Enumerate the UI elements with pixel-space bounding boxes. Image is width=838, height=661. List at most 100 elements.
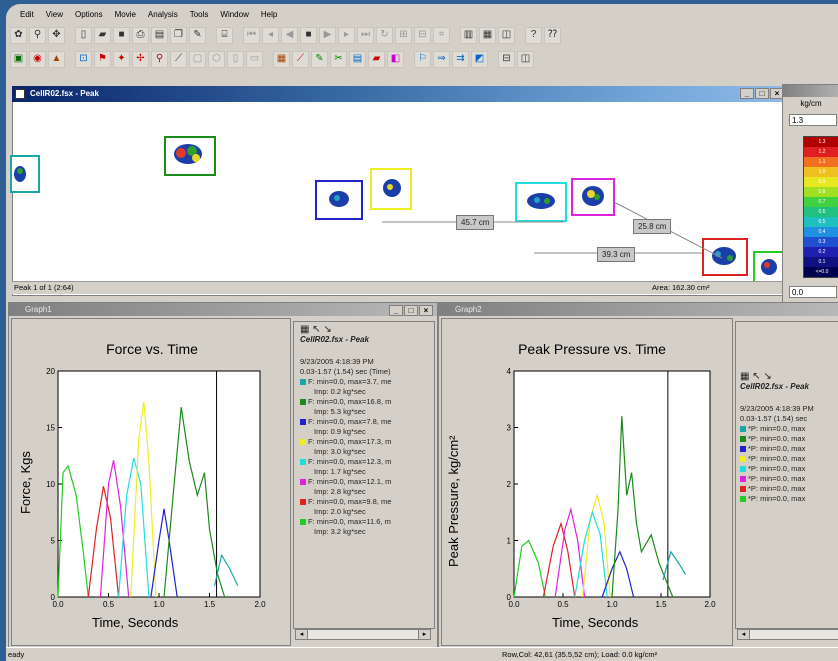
- select-icon[interactable]: ▯: [227, 50, 244, 68]
- save-icon[interactable]: ■: [113, 26, 130, 44]
- step-icon[interactable]: ⇒: [433, 50, 450, 68]
- scale-window-titlebar[interactable]: [783, 85, 838, 97]
- graph1-titlebar[interactable]: Graph1: [9, 303, 437, 316]
- trajectory-icon[interactable]: ✦: [113, 50, 130, 68]
- bars-icon[interactable]: ▥: [460, 26, 477, 44]
- close-button[interactable]: ×: [419, 305, 433, 316]
- menu-options[interactable]: Options: [69, 8, 109, 22]
- menu-view[interactable]: View: [40, 8, 69, 22]
- scale-band: 0.6: [804, 207, 838, 217]
- menu-movie[interactable]: Movie: [109, 8, 142, 22]
- menu-tools[interactable]: Tools: [184, 8, 215, 22]
- print-preview-icon[interactable]: ▤: [151, 26, 168, 44]
- toolbar-main: ✿ ⚲ ✥ ▯ ▰ ■ ⎙ ▤ ❐ ✎ ⌸ ⏮ ◂ ◀ ■ ▶ ▸ ⏭ ↻ ⊞ …: [10, 24, 832, 46]
- 3d-view-icon[interactable]: ▲: [48, 50, 65, 68]
- line-icon[interactable]: ⟋: [170, 50, 187, 68]
- center-force-icon[interactable]: ⚲: [151, 50, 168, 68]
- pointer-alt-icon[interactable]: ↘: [763, 371, 771, 382]
- step-back-icon[interactable]: ◂: [262, 26, 279, 44]
- scroll-left-icon[interactable]: ◂: [296, 630, 308, 639]
- new-file-icon[interactable]: ▯: [75, 26, 92, 44]
- play-icon[interactable]: ▶: [319, 26, 336, 44]
- help-icon[interactable]: ?: [525, 26, 542, 44]
- x-tick-label: 0.0: [52, 600, 64, 609]
- line-graph-icon[interactable]: ⟋: [292, 50, 309, 68]
- pointer-icon[interactable]: ↖: [312, 324, 320, 335]
- edit-icon[interactable]: ✎: [189, 26, 206, 44]
- fast-forward-icon[interactable]: ▸: [338, 26, 355, 44]
- tile-vertical-icon[interactable]: ◫: [517, 50, 534, 68]
- force-chart[interactable]: 051015200.0 0.5 1.0 1.5 2.0: [12, 319, 290, 619]
- scroll-right-icon[interactable]: ▸: [418, 630, 430, 639]
- minimize-button[interactable]: _: [389, 305, 403, 316]
- last-frame-icon[interactable]: ⏭: [357, 26, 374, 44]
- context-help-icon[interactable]: ⁇: [544, 26, 561, 44]
- loop-icon[interactable]: ↻: [376, 26, 393, 44]
- legend-item: *P: min=0.0, max: [740, 434, 838, 444]
- first-frame-icon[interactable]: ⏮: [243, 26, 260, 44]
- filter-icon[interactable]: ⌗: [433, 26, 450, 44]
- legend-icon[interactable]: ◧: [387, 50, 404, 68]
- y-tick-label: 2: [507, 480, 512, 489]
- scale-max-field[interactable]: 1.3: [789, 114, 837, 126]
- frame-icon[interactable]: ⊞: [395, 26, 412, 44]
- graph2-titlebar[interactable]: Graph2: [439, 303, 838, 316]
- pressure-chart[interactable]: 012340.0 0.5 1.0 1.5 2.0: [442, 319, 732, 619]
- x-tick-label: 0.5: [557, 600, 569, 609]
- scale-band: 1.2: [804, 147, 838, 157]
- calculator-icon[interactable]: ▦: [300, 324, 309, 335]
- legend-toolbar: ▦ ↖ ↘: [300, 325, 428, 335]
- series-swatch: [740, 486, 746, 493]
- graph1-title: Graph1: [25, 305, 52, 314]
- menu-window[interactable]: Window: [214, 8, 254, 22]
- series-swatch: [740, 426, 746, 433]
- menu-help[interactable]: Help: [255, 8, 283, 22]
- sensor-icon[interactable]: ✿: [10, 26, 27, 44]
- legend-item: F: min=0.0, max=11.6, m: [300, 517, 428, 527]
- graph1-legend-scrollbar[interactable]: ◂ ▸: [295, 629, 431, 640]
- record-icon[interactable]: ⌸: [216, 26, 233, 44]
- table-icon[interactable]: ▤: [349, 50, 366, 68]
- pencil-icon[interactable]: ✎: [311, 50, 328, 68]
- pin-icon[interactable]: ⚑: [94, 50, 111, 68]
- menu-edit[interactable]: Edit: [6, 8, 40, 22]
- scroll-left-icon[interactable]: ◂: [738, 630, 750, 639]
- movie-icon[interactable]: ⊟: [414, 26, 431, 44]
- legend-impulse: Imp: 3.0 kg*sec: [314, 447, 366, 456]
- measurement-label[interactable]: 45.7 cm: [456, 215, 495, 230]
- measurement-label[interactable]: 39.3 cm: [597, 247, 636, 262]
- report-icon[interactable]: ◩: [471, 50, 488, 68]
- graph2-legend-scrollbar[interactable]: ◂: [737, 629, 838, 640]
- scale-min-field[interactable]: 0.0: [789, 286, 837, 298]
- layout-icon[interactable]: ◫: [498, 26, 515, 44]
- force-icon[interactable]: ✢: [132, 50, 149, 68]
- maximize-button[interactable]: □: [404, 305, 418, 316]
- print-icon[interactable]: ⎙: [132, 26, 149, 44]
- graph-icon[interactable]: ▦: [273, 50, 290, 68]
- 2d-view-icon[interactable]: ▣: [10, 50, 27, 68]
- columns-icon[interactable]: ▦: [479, 26, 496, 44]
- grid-icon[interactable]: ⊡: [75, 50, 92, 68]
- legend-date: 9/23/2005 4:18:39 PM: [740, 404, 814, 413]
- pointer-icon[interactable]: ↖: [752, 371, 760, 382]
- stop-icon[interactable]: ■: [300, 26, 317, 44]
- menu-analysis[interactable]: Analysis: [142, 8, 184, 22]
- box-icon[interactable]: ▢: [189, 50, 206, 68]
- pointer-alt-icon[interactable]: ↘: [323, 324, 331, 335]
- contour-icon[interactable]: ◉: [29, 50, 46, 68]
- tile-horizontal-icon[interactable]: ⊟: [498, 50, 515, 68]
- copy-icon[interactable]: ❐: [170, 26, 187, 44]
- open-folder-icon[interactable]: ▰: [94, 26, 111, 44]
- pan-icon[interactable]: ✥: [48, 26, 65, 44]
- legend-item: F: min=0.0, max=16.8, m: [300, 397, 428, 407]
- scissors-icon[interactable]: ✂: [330, 50, 347, 68]
- export-icon[interactable]: ▰: [368, 50, 385, 68]
- stance-icon[interactable]: ⇉: [452, 50, 469, 68]
- gait-icon[interactable]: ⚐: [414, 50, 431, 68]
- measurement-label[interactable]: 25.8 cm: [633, 219, 672, 234]
- zoom-icon[interactable]: ⚲: [29, 26, 46, 44]
- rewind-icon[interactable]: ◀: [281, 26, 298, 44]
- polygon-icon[interactable]: ⬡: [208, 50, 225, 68]
- lasso-icon[interactable]: ▭: [246, 50, 263, 68]
- calculator-icon[interactable]: ▦: [740, 371, 749, 382]
